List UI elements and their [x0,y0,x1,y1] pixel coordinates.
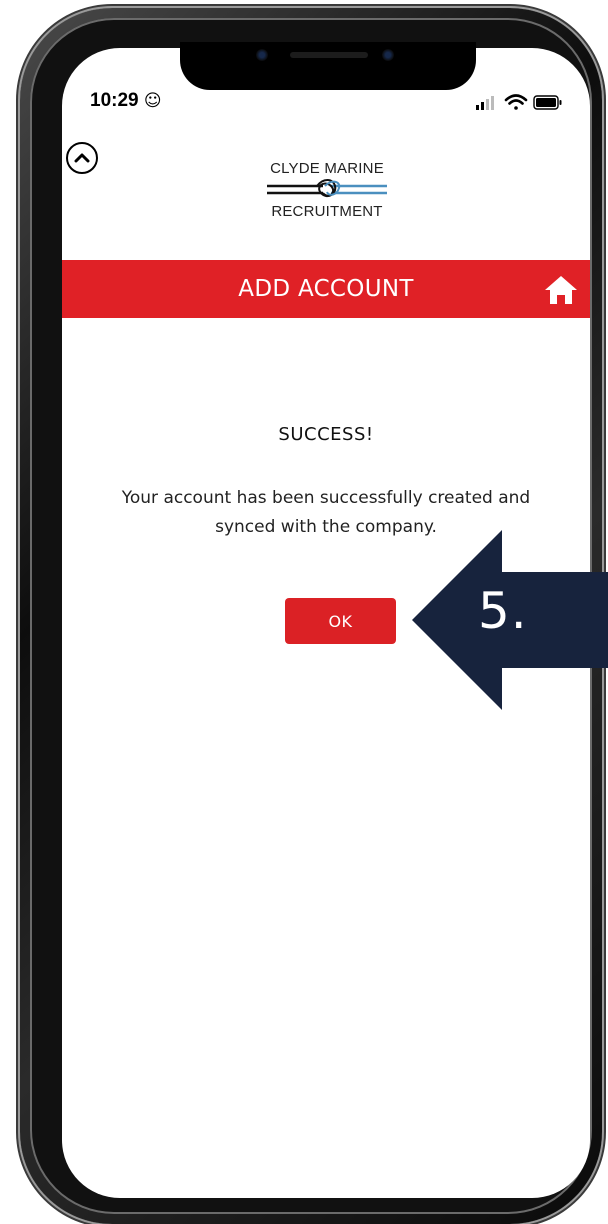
face-sensor-icon [256,49,268,61]
device-mockup: 10:29 ☺ CLYDE MARINE RECRUITMENT ADD ACC… [0,0,608,1224]
smiley-icon: ☺ [143,91,162,111]
ok-button[interactable]: OK [285,598,396,644]
home-button[interactable] [544,274,578,306]
header-bar: ADD ACCOUNT [62,260,590,318]
cellular-signal-icon [476,96,494,110]
rope-knot-icon [267,179,387,197]
page-title: ADD ACCOUNT [238,276,414,302]
success-message-line-1: Your account has been successfully creat… [121,488,531,508]
wifi-icon [504,94,528,110]
collapse-button[interactable] [66,142,98,174]
speaker-grille [290,52,368,58]
success-title: SUCCESS! [278,424,374,445]
company-logo: CLYDE MARINE RECRUITMENT [262,160,392,220]
status-time: 10:29 ☺ [90,90,162,112]
status-icons-svg [476,94,562,110]
home-icon [545,276,577,304]
status-icons [474,92,566,112]
chevron-up-icon [74,153,90,163]
notch [180,42,476,90]
step-number-label: 5. [478,582,528,640]
logo-top-text: CLYDE MARINE [270,160,384,177]
logo-bottom-text: RECRUITMENT [271,203,383,220]
battery-icon [533,95,562,110]
front-camera-icon [382,49,394,61]
status-time-text: 10:29 [90,90,139,111]
